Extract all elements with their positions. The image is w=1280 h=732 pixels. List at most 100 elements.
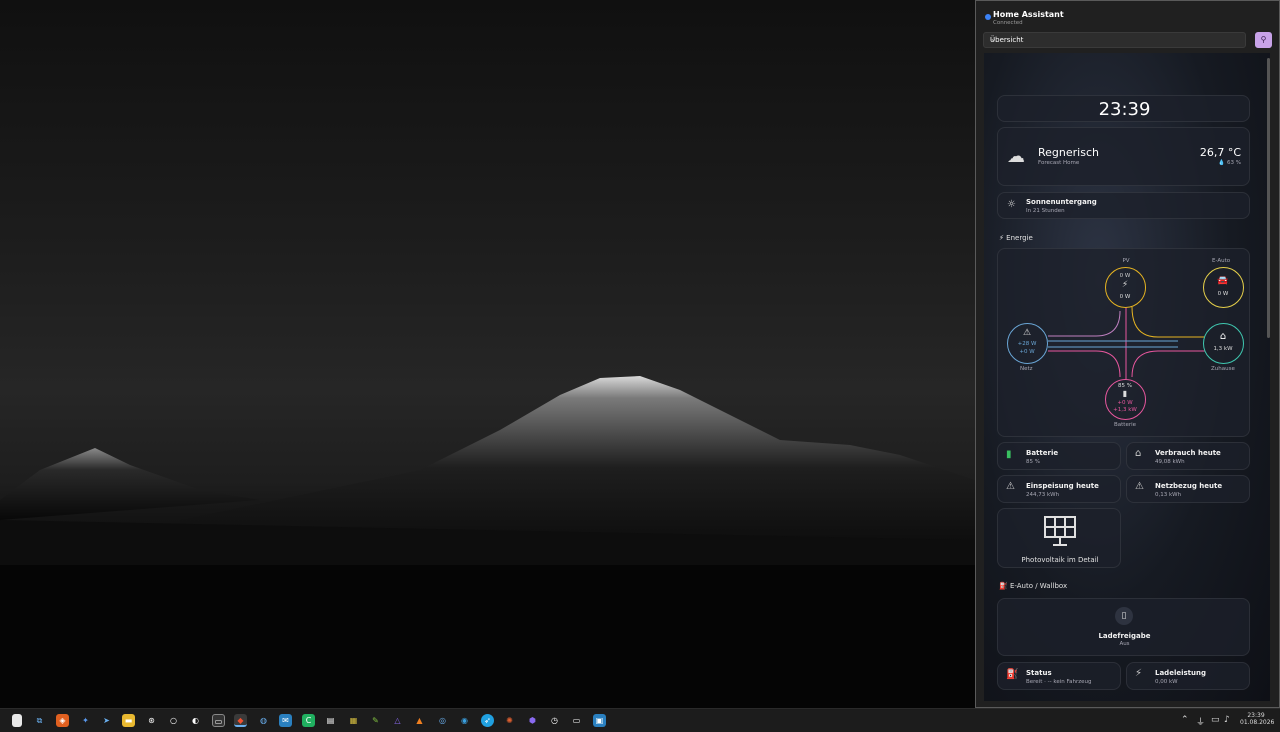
- ev-section-title-text: E-Auto / Wallbox: [1009, 582, 1068, 590]
- folder-icon[interactable]: ▬: [122, 714, 135, 727]
- tile-battery[interactable]: ▮ Batterie 85 %: [997, 442, 1121, 470]
- charge-enable-state: Aus: [1119, 641, 1130, 647]
- lightning-icon: ⚡: [1135, 668, 1143, 679]
- weather-humidity: 💧 63 %: [1218, 160, 1241, 166]
- house-icon: ⌂: [1219, 331, 1227, 342]
- sunset-label: Sonnenuntergang: [1026, 198, 1097, 206]
- save-app-icon[interactable]: ▣: [593, 714, 606, 727]
- desktop-wallpaper: [0, 0, 975, 708]
- panel-title: Home Assistant: [993, 10, 1064, 19]
- home-assistant-panel: Home Assistant Connected Übersicht ⌄ ⚲ 2…: [975, 0, 1280, 708]
- weather-temperature: 26,7 °C: [1199, 146, 1241, 159]
- battery-value-1: +0 W: [1117, 400, 1133, 406]
- ev-status-value: Bereit · -- kein Fahrzeug: [1026, 679, 1092, 685]
- chatgpt-icon[interactable]: ⊛: [145, 714, 158, 727]
- pv-label: PV: [1122, 258, 1130, 264]
- microphone-icon[interactable]: ⏚: [1196, 715, 1205, 728]
- burst-icon[interactable]: ✺: [503, 714, 516, 727]
- ev-status-tile[interactable]: ⛽ Status Bereit · -- kein Fahrzeug: [997, 662, 1121, 690]
- tile-feed-in-value: 244,73 kWh: [1026, 492, 1060, 498]
- mail-icon[interactable]: ✉: [279, 714, 292, 727]
- energy-section-title-text: Energie: [1006, 234, 1033, 242]
- view-select[interactable]: Übersicht ⌄: [983, 32, 1246, 48]
- tile-battery-value: 85 %: [1026, 459, 1040, 465]
- battery-label: Batterie: [1114, 422, 1137, 428]
- sunset-card[interactable]: ☼ Sonnenuntergang In 21 Stunden: [997, 192, 1250, 219]
- ev-power-tile[interactable]: ⚡ Ladeleistung 0,00 kW: [1126, 662, 1250, 690]
- solar-panel-icon: [1044, 516, 1076, 546]
- terminal-icon[interactable]: ▭: [212, 714, 225, 727]
- pin-button[interactable]: ⚲: [1255, 32, 1272, 48]
- chevron-up-icon[interactable]: ⌃: [1181, 715, 1189, 725]
- pv-bottom-value: 0 W: [1119, 294, 1131, 300]
- grid-label: Netz: [1020, 366, 1033, 372]
- scrollbar[interactable]: [1267, 58, 1270, 338]
- sunset-icon: ☼: [1007, 199, 1016, 210]
- car-node[interactable]: 🚘 0 W: [1203, 267, 1244, 308]
- clock-app-icon[interactable]: ◷: [548, 714, 561, 727]
- sparkle-icon[interactable]: ✦: [79, 714, 92, 727]
- cloud-rain-icon: ☁: [1007, 146, 1025, 167]
- grid-app-icon[interactable]: ▦: [347, 714, 360, 727]
- pin-icon: ⚲: [1260, 35, 1267, 44]
- grid-node[interactable]: ⚠ +28 W +0 W: [1007, 323, 1048, 364]
- grid-value-1: +28 W: [1017, 341, 1037, 347]
- connection-status: Connected: [993, 20, 1023, 26]
- clock-time: 23:39: [1098, 99, 1151, 120]
- ev-station-icon: ⛽: [999, 582, 1008, 590]
- task-view-icon[interactable]: [12, 714, 22, 727]
- power-tower-icon: ⚠: [1022, 328, 1032, 338]
- docker-icon[interactable]: ◉: [458, 714, 471, 727]
- car-icon: 🚘: [1217, 276, 1229, 286]
- brave-browser-icon[interactable]: ◆: [234, 714, 247, 727]
- ev-section-title: ⛽ E-Auto / Wallbox: [999, 582, 1067, 590]
- taskbar: ⧉ ◈ ✦ ➤ ▬ ⊛ ○ ◐ ▭ ◆ ◍ ✉ C ▤ ▦ ✎ △ ▲ ◎ ◉ …: [0, 708, 1280, 732]
- pv-node[interactable]: 0 W ⚡ 0 W: [1105, 267, 1146, 308]
- keyboard-icon[interactable]: ▤: [324, 714, 337, 727]
- tile-grid-import[interactable]: ⚠ Netzbezug heute 0,13 kWh: [1126, 475, 1250, 503]
- network-icon[interactable]: ◎: [436, 714, 449, 727]
- solar-panel-icon: ⚡: [1121, 280, 1129, 290]
- console-icon[interactable]: ▭: [570, 714, 583, 727]
- taskbar-clock[interactable]: 23:39 01.08.2026: [1240, 712, 1275, 726]
- c-app-icon[interactable]: C: [302, 714, 315, 727]
- charge-enable-card[interactable]: ▯ Ladefreigabe Aus: [997, 598, 1250, 656]
- tile-consumption-value: 49,08 kWh: [1155, 459, 1185, 465]
- app-circle-icon[interactable]: ○: [167, 714, 180, 727]
- weather-condition: Regnerisch: [1038, 146, 1099, 159]
- cube-icon[interactable]: ⬢: [526, 714, 539, 727]
- globe-icon[interactable]: ◍: [257, 714, 270, 727]
- vlc-icon[interactable]: ▲: [413, 714, 426, 727]
- droplet-icon: 💧: [1218, 160, 1226, 166]
- triangle-icon[interactable]: △: [391, 714, 404, 727]
- app-eye-icon[interactable]: ◐: [189, 714, 202, 727]
- charge-enable-label: Ladefreigabe: [1098, 632, 1151, 640]
- tile-consumption-title: Verbrauch heute: [1155, 449, 1221, 457]
- code-icon[interactable]: ⧉: [33, 714, 46, 727]
- tile-consumption[interactable]: ⌂ Verbrauch heute 49,08 kWh: [1126, 442, 1250, 470]
- pv-detail-button[interactable]: Photovoltaik im Detail: [997, 508, 1121, 568]
- weather-card[interactable]: ☁ Regnerisch Forecast Home 26,7 °C 💧 63 …: [997, 127, 1250, 186]
- network-status-icon[interactable]: ▭: [1211, 715, 1220, 725]
- energy-flow-card[interactable]: PV 0 W ⚡ 0 W E-Auto 🚘 0 W ⚠ +28 W +0 W N…: [997, 248, 1250, 437]
- bird-icon[interactable]: ➤: [100, 714, 113, 727]
- tile-feed-in-title: Einspeisung heute: [1026, 482, 1099, 490]
- home-value: 1,3 kW: [1213, 346, 1233, 352]
- pen-icon[interactable]: ✎: [369, 714, 382, 727]
- home-node[interactable]: ⌂ 1,3 kW: [1203, 323, 1244, 364]
- transmission-tower-import-icon: ⚠: [1135, 481, 1144, 492]
- sunset-sub: In 21 Stunden: [1026, 208, 1065, 214]
- clock-card: 23:39: [997, 95, 1250, 122]
- battery-node[interactable]: 85 % ▮ +0 W +1,3 kW: [1105, 379, 1146, 420]
- app-orange-icon[interactable]: ◈: [56, 714, 69, 727]
- grid-value-2: +0 W: [1019, 349, 1035, 355]
- battery-icon: ▮: [1122, 389, 1128, 398]
- phone-icon: ▯: [1115, 607, 1133, 625]
- panel-header: Home Assistant Connected Übersicht ⌄ ⚲: [976, 1, 1279, 53]
- taskbar-date: 01.08.2026: [1240, 719, 1275, 726]
- dashboard[interactable]: 23:39 ☁ Regnerisch Forecast Home 26,7 °C…: [984, 53, 1270, 701]
- tile-feed-in[interactable]: ⚠ Einspeisung heute 244,73 kWh: [997, 475, 1121, 503]
- battery-value-2: +1,3 kW: [1113, 407, 1137, 413]
- telegram-icon[interactable]: ➶: [481, 714, 494, 727]
- volume-icon[interactable]: ♪: [1224, 715, 1230, 725]
